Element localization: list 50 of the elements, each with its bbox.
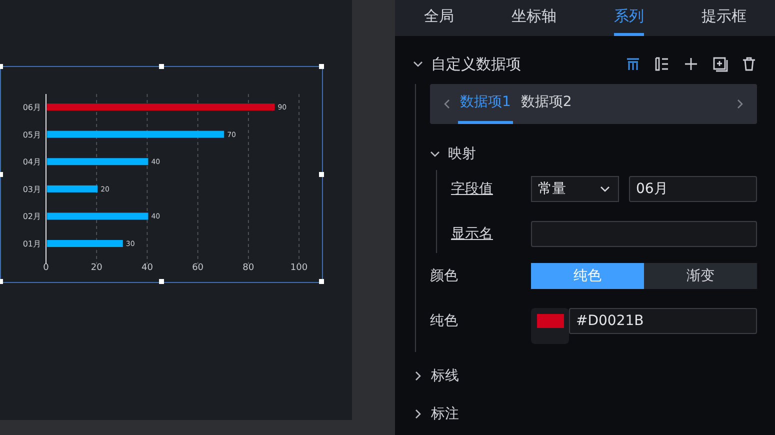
list-icon[interactable]: [654, 56, 670, 72]
chevron-icon[interactable]: [413, 59, 423, 69]
color-swatch[interactable]: [531, 308, 569, 344]
color-value-field[interactable]: #D0021B: [569, 308, 757, 334]
field-label: 显示名: [451, 225, 494, 243]
resize-handle[interactable]: [319, 64, 324, 69]
category-label: 02月: [22, 212, 41, 222]
resize-handle[interactable]: [319, 172, 324, 177]
axis-tick-label: 20: [90, 263, 102, 273]
field-label: 字段值: [451, 180, 494, 198]
category-label: 05月: [22, 130, 41, 140]
category-label: 03月: [22, 184, 41, 194]
category-label: 01月: [22, 240, 41, 248]
mode-select[interactable]: 常量: [531, 176, 619, 202]
plus-icon[interactable]: [683, 56, 699, 72]
tab[interactable]: 系列: [614, 0, 644, 36]
category-label: 04月: [22, 158, 41, 167]
bar: [47, 185, 98, 192]
field-label: 颜色: [430, 267, 459, 285]
duplicate-icon[interactable]: [712, 56, 728, 72]
section-title: 自定义数据项: [431, 54, 521, 74]
field-label: 纯色: [430, 312, 459, 331]
segment-option[interactable]: 渐变: [644, 263, 757, 289]
axis-tick-label: 40: [141, 263, 153, 273]
tab[interactable]: 全局: [424, 0, 454, 36]
resize-handle[interactable]: [159, 279, 164, 284]
chevron-icon[interactable]: [430, 149, 440, 159]
tab[interactable]: 提示框: [701, 0, 746, 36]
category-label: 06月: [22, 103, 41, 112]
caret-icon[interactable]: [600, 184, 610, 194]
axis-tick-label: 60: [192, 263, 204, 273]
section-title: 映射: [448, 145, 476, 163]
align-icon[interactable]: [625, 56, 641, 72]
delete-icon[interactable]: [741, 56, 757, 72]
tab[interactable]: 坐标轴: [511, 0, 556, 36]
next-icon[interactable]: [735, 99, 745, 109]
section-title[interactable]: 标线: [431, 367, 459, 385]
axis-tick-label: 100: [290, 263, 308, 273]
item-tab[interactable]: 数据项2: [518, 84, 574, 124]
section-title[interactable]: 标注: [431, 405, 459, 423]
resize-handle[interactable]: [159, 64, 164, 69]
display-name-field[interactable]: [531, 221, 757, 247]
chevron-icon[interactable]: [413, 409, 423, 419]
item-tab[interactable]: 数据项1: [458, 84, 513, 124]
axis-tick-label: 80: [242, 263, 254, 273]
chevron-icon[interactable]: [413, 371, 423, 381]
value-field[interactable]: 06月: [629, 176, 757, 202]
resize-handle[interactable]: [319, 279, 324, 284]
prev-icon[interactable]: [442, 99, 452, 109]
axis-tick-label: 0: [43, 263, 49, 273]
